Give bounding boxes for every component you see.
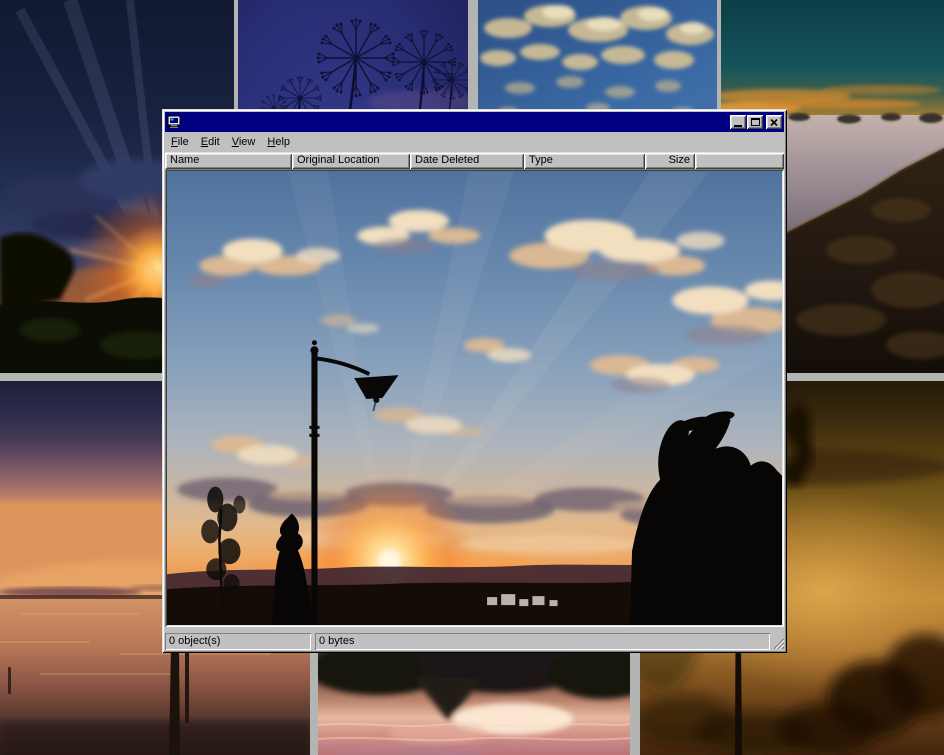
close-icon bbox=[770, 119, 778, 126]
computer-icon bbox=[167, 115, 181, 129]
photo-streetlamp-sunset bbox=[167, 171, 782, 625]
desktop: { "desktop": { "background_color": "#b2b… bbox=[0, 0, 944, 755]
menu-edit[interactable]: Edit bbox=[195, 134, 226, 150]
menu-help[interactable]: Help bbox=[261, 134, 296, 150]
column-header-date-deleted[interactable]: Date Deleted bbox=[410, 153, 524, 169]
column-header-name[interactable]: Name bbox=[165, 153, 292, 169]
menu-file[interactable]: File bbox=[165, 134, 195, 150]
menu-bar: File Edit View Help bbox=[165, 132, 784, 153]
close-button[interactable] bbox=[766, 115, 782, 129]
resize-grip[interactable] bbox=[771, 636, 784, 649]
minimize-icon bbox=[734, 125, 742, 127]
column-header-filler bbox=[695, 153, 784, 169]
status-bar: 0 object(s) 0 bytes bbox=[165, 627, 784, 650]
maximize-icon bbox=[751, 118, 760, 126]
minimize-button[interactable] bbox=[730, 115, 746, 129]
list-view-area[interactable] bbox=[165, 169, 784, 627]
column-header-size[interactable]: Size bbox=[645, 153, 695, 169]
menu-view[interactable]: View bbox=[226, 134, 262, 150]
recycle-bin-window: File Edit View Help Name Original Locati… bbox=[162, 109, 787, 653]
maximize-button[interactable] bbox=[747, 115, 763, 129]
status-size: 0 bytes bbox=[315, 633, 770, 650]
column-header-type[interactable]: Type bbox=[524, 153, 645, 169]
column-header-original-location[interactable]: Original Location bbox=[292, 153, 410, 169]
list-column-headers: Name Original Location Date Deleted Type… bbox=[165, 153, 784, 169]
status-object-count: 0 object(s) bbox=[165, 633, 311, 650]
window-titlebar[interactable] bbox=[165, 112, 784, 132]
